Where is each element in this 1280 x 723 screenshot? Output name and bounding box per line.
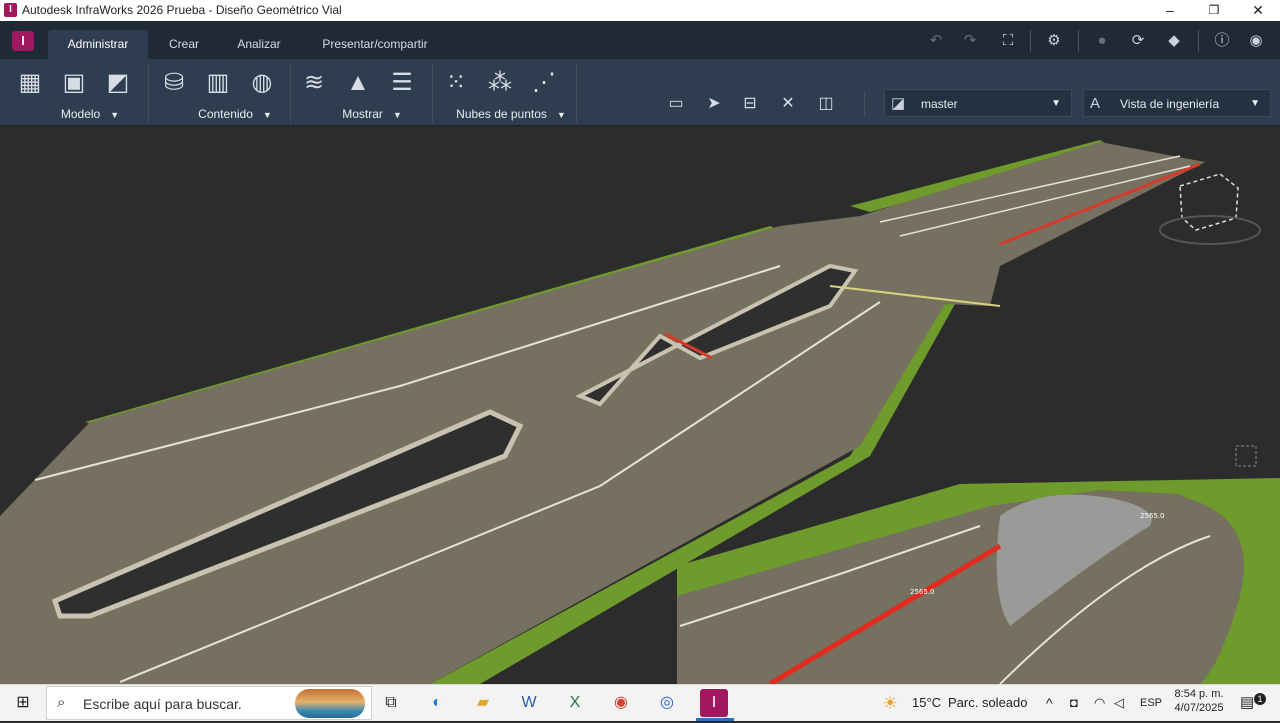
group-contenido[interactable]: Contenido ▼ [180, 107, 290, 121]
help-icon[interactable]: ⓘ [1212, 31, 1232, 51]
tab-administrar[interactable]: Administrar [48, 30, 148, 59]
infraworks-logo-icon[interactable]: I [12, 31, 34, 51]
view-screen-icon[interactable]: ▭ [664, 93, 688, 115]
panel-icon[interactable]: ◫ [814, 93, 838, 115]
sync-icon[interactable]: ⟳ [1128, 31, 1148, 51]
clock-date: 4/07/2025 [1174, 702, 1224, 714]
terrain-icon[interactable]: ▲ [342, 67, 374, 99]
search-icon: ⌕ [57, 694, 66, 711]
chrome-icon[interactable]: ◉ [604, 689, 638, 717]
model-properties-icon[interactable]: ▦ [14, 67, 46, 99]
wifi-icon[interactable]: ◠ [1094, 685, 1105, 721]
group-label: Mostrar [342, 107, 383, 121]
window-title: Autodesk InfraWorks 2026 Prueba - Diseño… [22, 3, 342, 17]
elevation-label: 2565.0 [910, 588, 935, 596]
group-mostrar[interactable]: Mostrar ▼ [322, 107, 422, 121]
chevron-down-icon: ▼ [1051, 98, 1061, 109]
chevron-down-icon: ▼ [556, 110, 566, 120]
group-separator [576, 65, 577, 123]
proposal-dropdown[interactable]: ◪ master ▼ [884, 89, 1072, 117]
transform-icon[interactable]: ✕ [776, 93, 800, 115]
tab-crear[interactable]: Crear [158, 30, 210, 59]
text-style-icon: A [1090, 95, 1101, 112]
ribbon-tab-bar: I Administrar Crear Analizar Presentar/c… [0, 21, 1280, 59]
volume-icon[interactable]: ◁ [1114, 685, 1124, 721]
proposal-value: master [921, 97, 958, 111]
word-icon[interactable]: W [512, 689, 546, 717]
search-placeholder: Escribe aquí para buscar. [83, 696, 242, 712]
group-label: Modelo [60, 107, 101, 121]
weather-icon[interactable]: ☀ [882, 685, 898, 721]
data-sources-icon[interactable]: ⛁ [158, 67, 190, 99]
group-separator [148, 65, 149, 123]
toolbar-separator [1030, 30, 1031, 52]
chevron-down-icon: ▼ [392, 110, 402, 120]
weather-temp[interactable]: 15°C [912, 685, 941, 721]
group-modelo[interactable]: Modelo ▼ [40, 107, 140, 121]
fit-view-icon[interactable]: ⛶ [998, 31, 1018, 51]
user-avatar-icon[interactable]: ◉ [1246, 31, 1266, 51]
building-icon[interactable]: ▥ [202, 67, 234, 99]
select-pointer-icon[interactable]: ➤ [702, 93, 726, 115]
toolbar-separator [1198, 30, 1199, 52]
pointcloud-terrain-icon[interactable]: ⁂ [484, 67, 516, 99]
title-bar: I Autodesk InfraWorks 2026 Prueba - Dise… [0, 0, 1280, 21]
toolbar-separator [1078, 30, 1079, 52]
notifications-count-badge: 1 [1254, 693, 1266, 705]
pointcloud-edit-icon[interactable]: ⋰ [528, 67, 560, 99]
chevron-down-icon: ▼ [262, 110, 272, 120]
elevation-label: 2565.0 [1140, 512, 1165, 520]
group-label: Contenido [198, 107, 253, 121]
3d-viewport[interactable]: 2565.0 2565.0 [0, 126, 1280, 684]
notifications-icon[interactable]: ▤ [1240, 685, 1254, 721]
chevron-down-icon: ▼ [1250, 98, 1260, 109]
web-globe-icon[interactable]: ◍ [246, 67, 278, 99]
chevron-up-icon[interactable]: ^ [1046, 685, 1053, 721]
edge-icon[interactable]: ◐ [420, 689, 454, 717]
minimize-button[interactable]: – [1148, 0, 1192, 21]
weather-text[interactable]: Parc. soleado [948, 685, 1028, 721]
settings-icon[interactable]: ⚙ [1044, 31, 1064, 51]
maximize-button[interactable]: ❐ [1192, 0, 1236, 21]
layers-icon[interactable]: ≋ [298, 67, 330, 99]
pointcloud-import-icon[interactable]: ⁙ [440, 67, 472, 99]
clock[interactable]: 8:54 p. m. 4/07/2025 [1172, 687, 1226, 723]
model-map-icon[interactable]: ◩ [102, 67, 134, 99]
view-style-value: Vista de ingeniería [1120, 97, 1220, 111]
ribbon-panel: ▦ ▣ ◩ Modelo ▼ ⛁ ▥ ◍ Contenido ▼ ≋ ▲ ☰ Mos… [0, 59, 1280, 126]
task-view-icon[interactable]: ⧉ [374, 689, 408, 717]
tab-analizar[interactable]: Analizar [226, 30, 292, 59]
meet-now-icon[interactable]: ◘ [1070, 685, 1078, 721]
windows-taskbar: ⊞ ⌕ Escribe aquí para buscar. ⧉ ◐ ▰ W X … [0, 684, 1280, 721]
group-label: Nubes de puntos [456, 107, 547, 121]
chevron-down-icon: ▼ [110, 110, 120, 120]
language-indicator[interactable]: ESP [1140, 685, 1162, 721]
app-blue-icon[interactable]: ◎ [650, 689, 684, 717]
group-nubes-de-puntos[interactable]: Nubes de puntos ▼ [446, 107, 576, 121]
model-cube-icon[interactable]: ◆ [1164, 31, 1184, 51]
tab-presentar-compartir[interactable]: Presentar/compartir [308, 30, 442, 59]
excel-icon[interactable]: X [558, 689, 592, 717]
infraworks-icon[interactable]: I [700, 689, 728, 717]
group-separator [290, 65, 291, 123]
list-panel-icon[interactable]: ☰ [386, 67, 418, 99]
view-style-dropdown[interactable]: A Vista de ingeniería ▼ [1083, 89, 1271, 117]
clock-time: 8:54 p. m. [1174, 688, 1224, 700]
globe-icon[interactable]: ● [1092, 31, 1112, 51]
measure-icon[interactable]: ⊟ [738, 93, 762, 115]
file-explorer-icon[interactable]: ▰ [466, 689, 500, 717]
road-model-scene: 2565.0 2565.0 [0, 126, 1280, 684]
taskbar-search-box[interactable]: ⌕ Escribe aquí para buscar. [46, 686, 372, 720]
close-button[interactable]: ✕ [1236, 0, 1280, 21]
group-separator [864, 91, 865, 117]
proposal-icon: ◪ [891, 95, 906, 112]
redo-icon[interactable]: ↷ [960, 31, 980, 51]
group-separator [432, 65, 433, 123]
app-logo-icon: I [4, 3, 17, 17]
search-highlight-image [295, 689, 365, 718]
model-layout-icon[interactable]: ▣ [58, 67, 90, 99]
undo-icon[interactable]: ↶ [926, 31, 946, 51]
windows-start-icon[interactable]: ⊞ [6, 689, 40, 717]
